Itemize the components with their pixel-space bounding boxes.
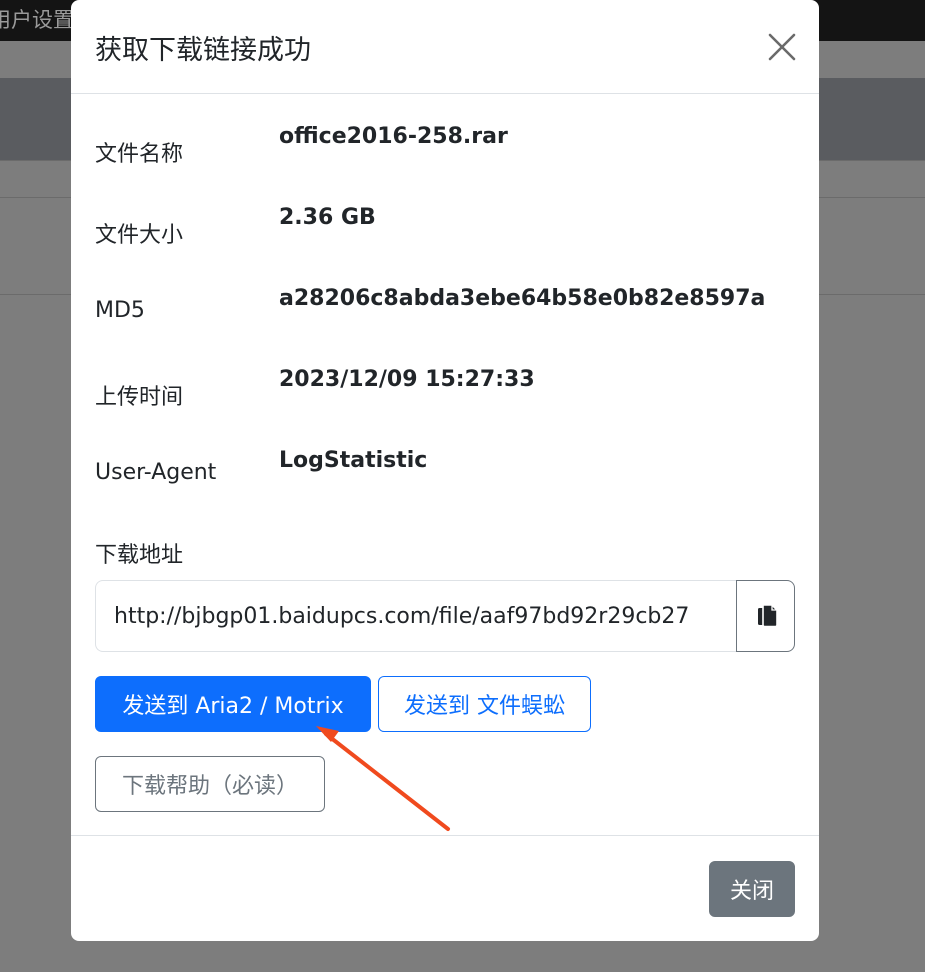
file-name-row: 文件名称 office2016-258.rar	[95, 124, 795, 167]
md5-row: MD5 a28206c8abda3ebe64b58e0b82e8597a	[95, 286, 795, 326]
modal-title: 获取下载链接成功	[95, 35, 311, 66]
file-name-value: office2016-258.rar	[279, 124, 508, 149]
copy-icon	[758, 604, 778, 628]
user-agent-row: User-Agent LogStatistic	[95, 448, 795, 488]
modal-header: 获取下载链接成功	[71, 0, 819, 94]
background-topbar-text: 用户设置	[0, 8, 74, 32]
copy-url-button[interactable]	[736, 580, 795, 652]
user-agent-value: LogStatistic	[279, 448, 428, 473]
md5-label: MD5	[95, 298, 145, 323]
download-url-label: 下载地址	[95, 543, 184, 568]
file-size-value: 2.36 GB	[279, 205, 376, 230]
send-to-aria2-button[interactable]: 发送到 Aria2 / Motrix	[95, 676, 371, 732]
close-icon	[768, 33, 796, 61]
close-button[interactable]	[763, 28, 801, 66]
file-size-label: 文件大小	[95, 223, 184, 248]
upload-time-value: 2023/12/09 15:27:33	[279, 367, 535, 392]
close-modal-button[interactable]: 关闭	[709, 861, 795, 917]
file-size-row: 文件大小 2.36 GB	[95, 205, 795, 248]
upload-time-row: 上传时间 2023/12/09 15:27:33	[95, 367, 795, 410]
upload-time-label: 上传时间	[95, 385, 184, 410]
md5-value: a28206c8abda3ebe64b58e0b82e8597a	[279, 286, 766, 311]
download-url-input[interactable]	[95, 580, 736, 652]
download-help-button[interactable]: 下载帮助（必读）	[95, 756, 325, 812]
user-agent-label: User-Agent	[95, 460, 217, 485]
modal-footer-divider	[71, 835, 819, 836]
send-to-file-centipede-button[interactable]: 发送到 文件蜈蚣	[378, 676, 591, 732]
download-link-modal: 获取下载链接成功 文件名称 office2016-258.rar 文件大小 2.…	[71, 0, 819, 941]
file-name-label: 文件名称	[95, 142, 184, 167]
download-url-group	[95, 580, 795, 652]
